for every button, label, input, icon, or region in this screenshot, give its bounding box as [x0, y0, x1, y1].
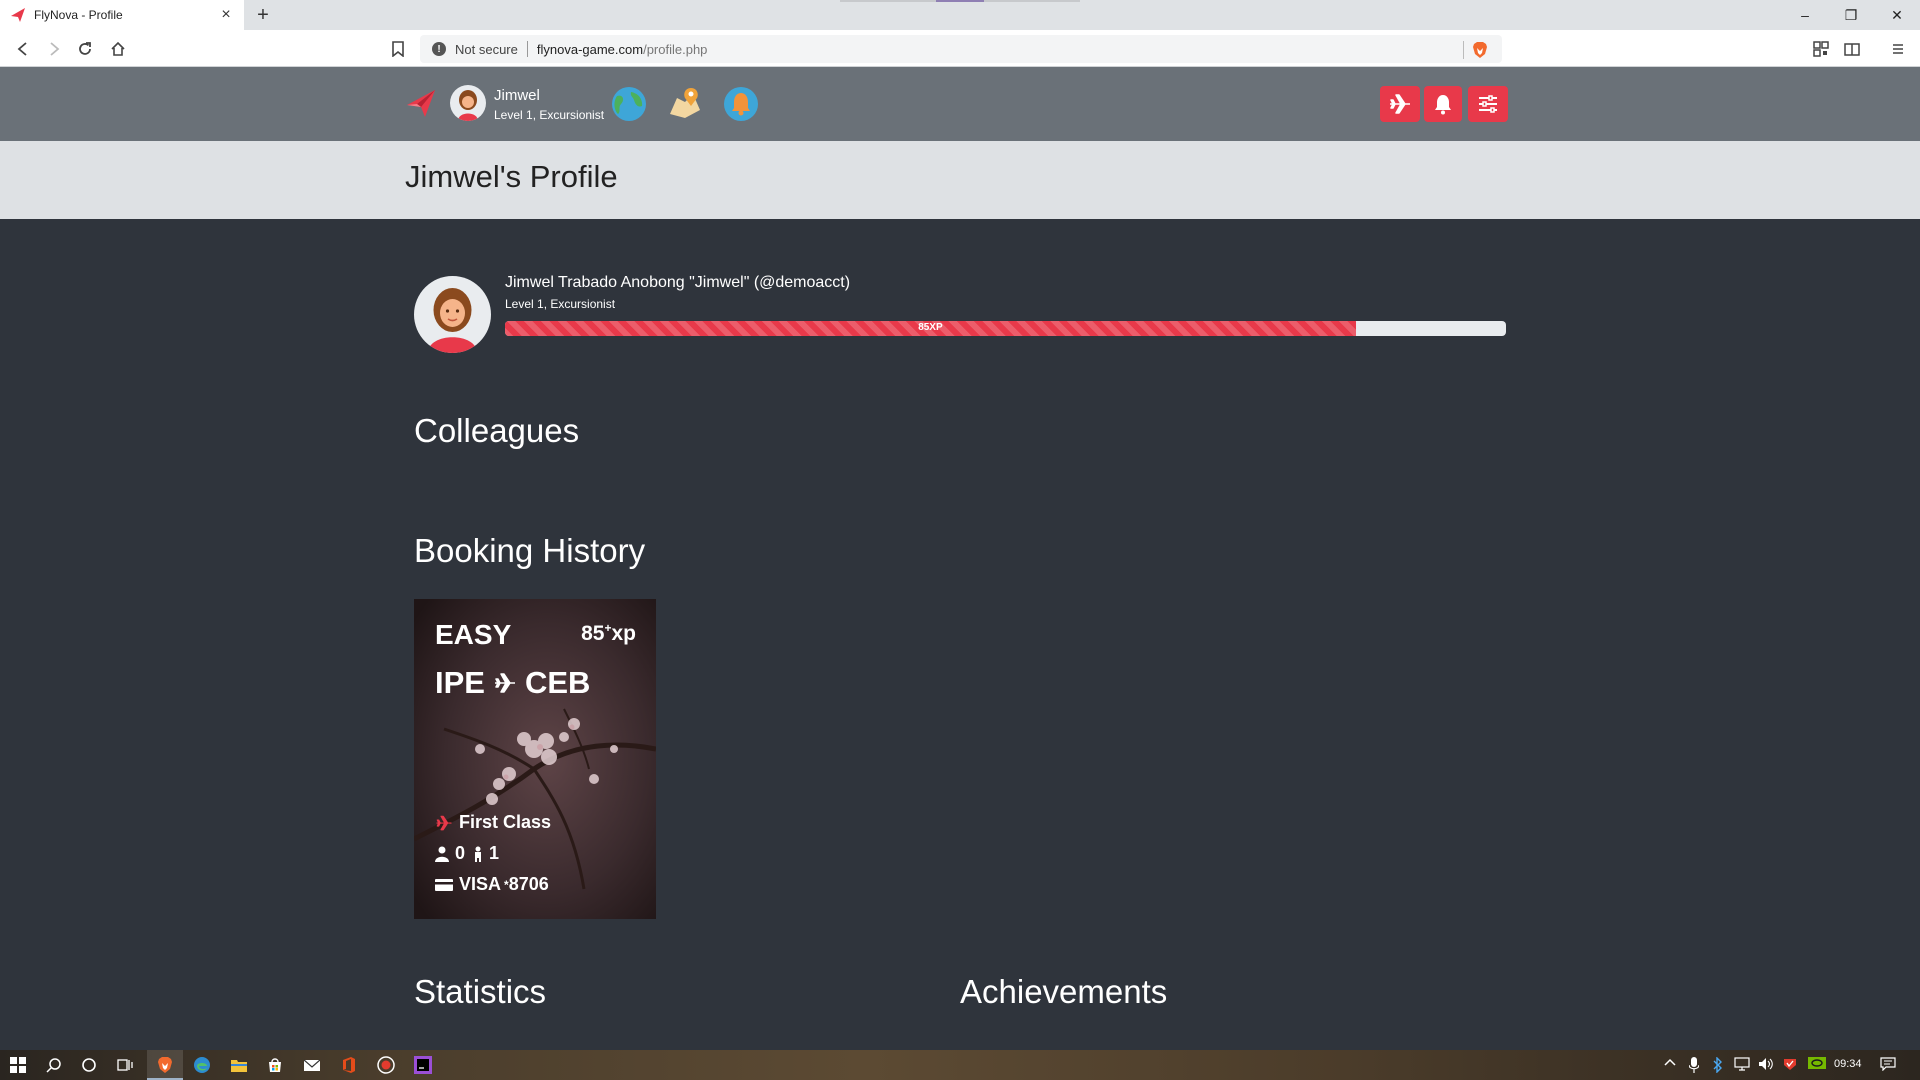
- profile-avatar: [414, 276, 491, 353]
- mail-icon[interactable]: [302, 1055, 322, 1075]
- booking-children: 1: [489, 843, 500, 863]
- search-icon[interactable]: [44, 1055, 64, 1075]
- notifications-button[interactable]: [1424, 86, 1462, 122]
- colleagues-heading: Colleagues: [414, 412, 580, 449]
- xp-progress-bar: 85XP: [505, 321, 1506, 336]
- booking-card[interactable]: EASY 85+xp IPE CEB First Class 0 1 VISA …: [414, 599, 656, 919]
- booking-origin: IPE: [435, 665, 485, 700]
- booking-route: IPE CEB: [435, 665, 590, 701]
- browser-tab[interactable]: FlyNova - Profile ×: [0, 0, 244, 30]
- book-flight-button[interactable]: [1380, 86, 1420, 122]
- new-tab-button[interactable]: +: [252, 4, 274, 26]
- taskbar-clock[interactable]: 09:34: [1834, 1058, 1862, 1070]
- brave-shields-icon[interactable]: [1472, 41, 1488, 59]
- cortana-icon[interactable]: [79, 1055, 99, 1075]
- url-path: /profile.php: [643, 41, 708, 57]
- reload-icon[interactable]: [74, 38, 96, 60]
- edge-browser-icon[interactable]: [192, 1055, 212, 1075]
- settings-button[interactable]: [1468, 86, 1508, 122]
- booking-class-row: First Class: [435, 812, 551, 833]
- office-icon[interactable]: [339, 1055, 359, 1075]
- network-icon[interactable]: [1734, 1057, 1750, 1074]
- booking-difficulty: EASY: [435, 619, 512, 650]
- page-header: Jimwel's Profile: [0, 141, 1920, 219]
- bell-icon: [1435, 95, 1451, 115]
- browser-tab-strip: FlyNova - Profile × + – ❐ ✕: [0, 0, 1920, 30]
- booking-payment-last4: 8706: [508, 874, 549, 894]
- nav-user-info[interactable]: Jimwel Level 1, Excursionist: [494, 87, 604, 122]
- booking-xp: 85+xp: [581, 621, 636, 645]
- flynova-logo-icon[interactable]: [405, 87, 437, 119]
- nvidia-icon[interactable]: [1808, 1057, 1826, 1072]
- profile-level: Level 1, Excursionist: [505, 297, 616, 311]
- qr-code-icon[interactable]: [1810, 38, 1832, 60]
- xp-progress-label: 85XP: [918, 322, 943, 333]
- home-icon[interactable]: [107, 38, 129, 60]
- globe-icon[interactable]: [609, 84, 649, 124]
- alert-bell-icon[interactable]: [721, 84, 761, 124]
- address-bar-row: ! Not secure flynova-game.com /profile.p…: [0, 30, 1920, 67]
- achievements-heading: Achievements: [960, 973, 1168, 1010]
- statistics-heading: Statistics: [414, 973, 547, 1010]
- tab-scroll-indicator: [840, 0, 1080, 2]
- sliders-icon: [1479, 95, 1497, 113]
- windows-taskbar: 09:34: [0, 1050, 1920, 1080]
- nav-level: Level 1, Excursionist: [494, 108, 605, 122]
- minimize-icon[interactable]: –: [1782, 0, 1828, 30]
- booking-passengers-row: 0 1: [435, 843, 499, 864]
- nav-username: Jimwel: [494, 87, 540, 104]
- booking-destination: CEB: [524, 665, 591, 700]
- booking-class: First Class: [459, 812, 552, 832]
- tab-title: FlyNova - Profile: [34, 8, 123, 22]
- site-navbar: Jimwel Level 1, Excursionist: [0, 67, 1920, 141]
- info-icon[interactable]: !: [432, 42, 446, 56]
- avatar[interactable]: [450, 85, 486, 121]
- tab-close-icon[interactable]: ×: [218, 6, 234, 24]
- brave-browser-icon[interactable]: [155, 1055, 175, 1075]
- page-title: Jimwel's Profile: [405, 159, 618, 194]
- tray-chevron-icon[interactable]: [1664, 1057, 1676, 1070]
- microphone-icon[interactable]: [1688, 1057, 1700, 1076]
- airplane-icon: [494, 673, 515, 693]
- close-window-icon[interactable]: ✕: [1874, 0, 1920, 30]
- bluetooth-icon[interactable]: [1713, 1056, 1723, 1076]
- booking-payment-brand: VISA: [459, 874, 502, 894]
- child-icon: [475, 846, 482, 862]
- airplane-icon: [1390, 94, 1410, 114]
- adult-icon: [435, 846, 449, 862]
- bookmark-icon[interactable]: [387, 38, 409, 60]
- volume-icon[interactable]: [1758, 1057, 1774, 1074]
- airplane-icon: [436, 815, 452, 830]
- wallet-icon[interactable]: [1841, 38, 1863, 60]
- booking-payment-row: VISA * 8706: [435, 874, 549, 895]
- menu-icon[interactable]: [1887, 38, 1909, 60]
- map-pin-icon[interactable]: [665, 84, 705, 124]
- credit-card-icon: [435, 878, 453, 891]
- store-icon[interactable]: [265, 1055, 285, 1075]
- record-app-icon[interactable]: [376, 1055, 396, 1075]
- file-explorer-icon[interactable]: [229, 1055, 249, 1075]
- security-label: Not secure: [455, 41, 518, 57]
- profile-full-name: Jimwel Trabado Anobong "Jimwel" (@demoac…: [505, 274, 851, 291]
- windows-start-icon[interactable]: [8, 1055, 28, 1075]
- forward-icon[interactable]: [43, 38, 65, 60]
- booking-adults: 0: [455, 843, 466, 863]
- restore-icon[interactable]: ❐: [1828, 0, 1874, 30]
- booking-history-heading: Booking History: [414, 532, 646, 569]
- url-host: flynova-game.com: [536, 41, 644, 57]
- back-icon[interactable]: [12, 38, 34, 60]
- task-view-icon[interactable]: [115, 1055, 135, 1075]
- url-field[interactable]: ! Not secure flynova-game.com /profile.p…: [420, 35, 1502, 63]
- phpstorm-icon[interactable]: [413, 1055, 433, 1075]
- notification-center-icon[interactable]: [1880, 1057, 1896, 1074]
- xp-progress-fill: 85XP: [505, 321, 1356, 336]
- security-tray-icon[interactable]: [1782, 1057, 1798, 1074]
- flynova-favicon-icon: [11, 8, 25, 22]
